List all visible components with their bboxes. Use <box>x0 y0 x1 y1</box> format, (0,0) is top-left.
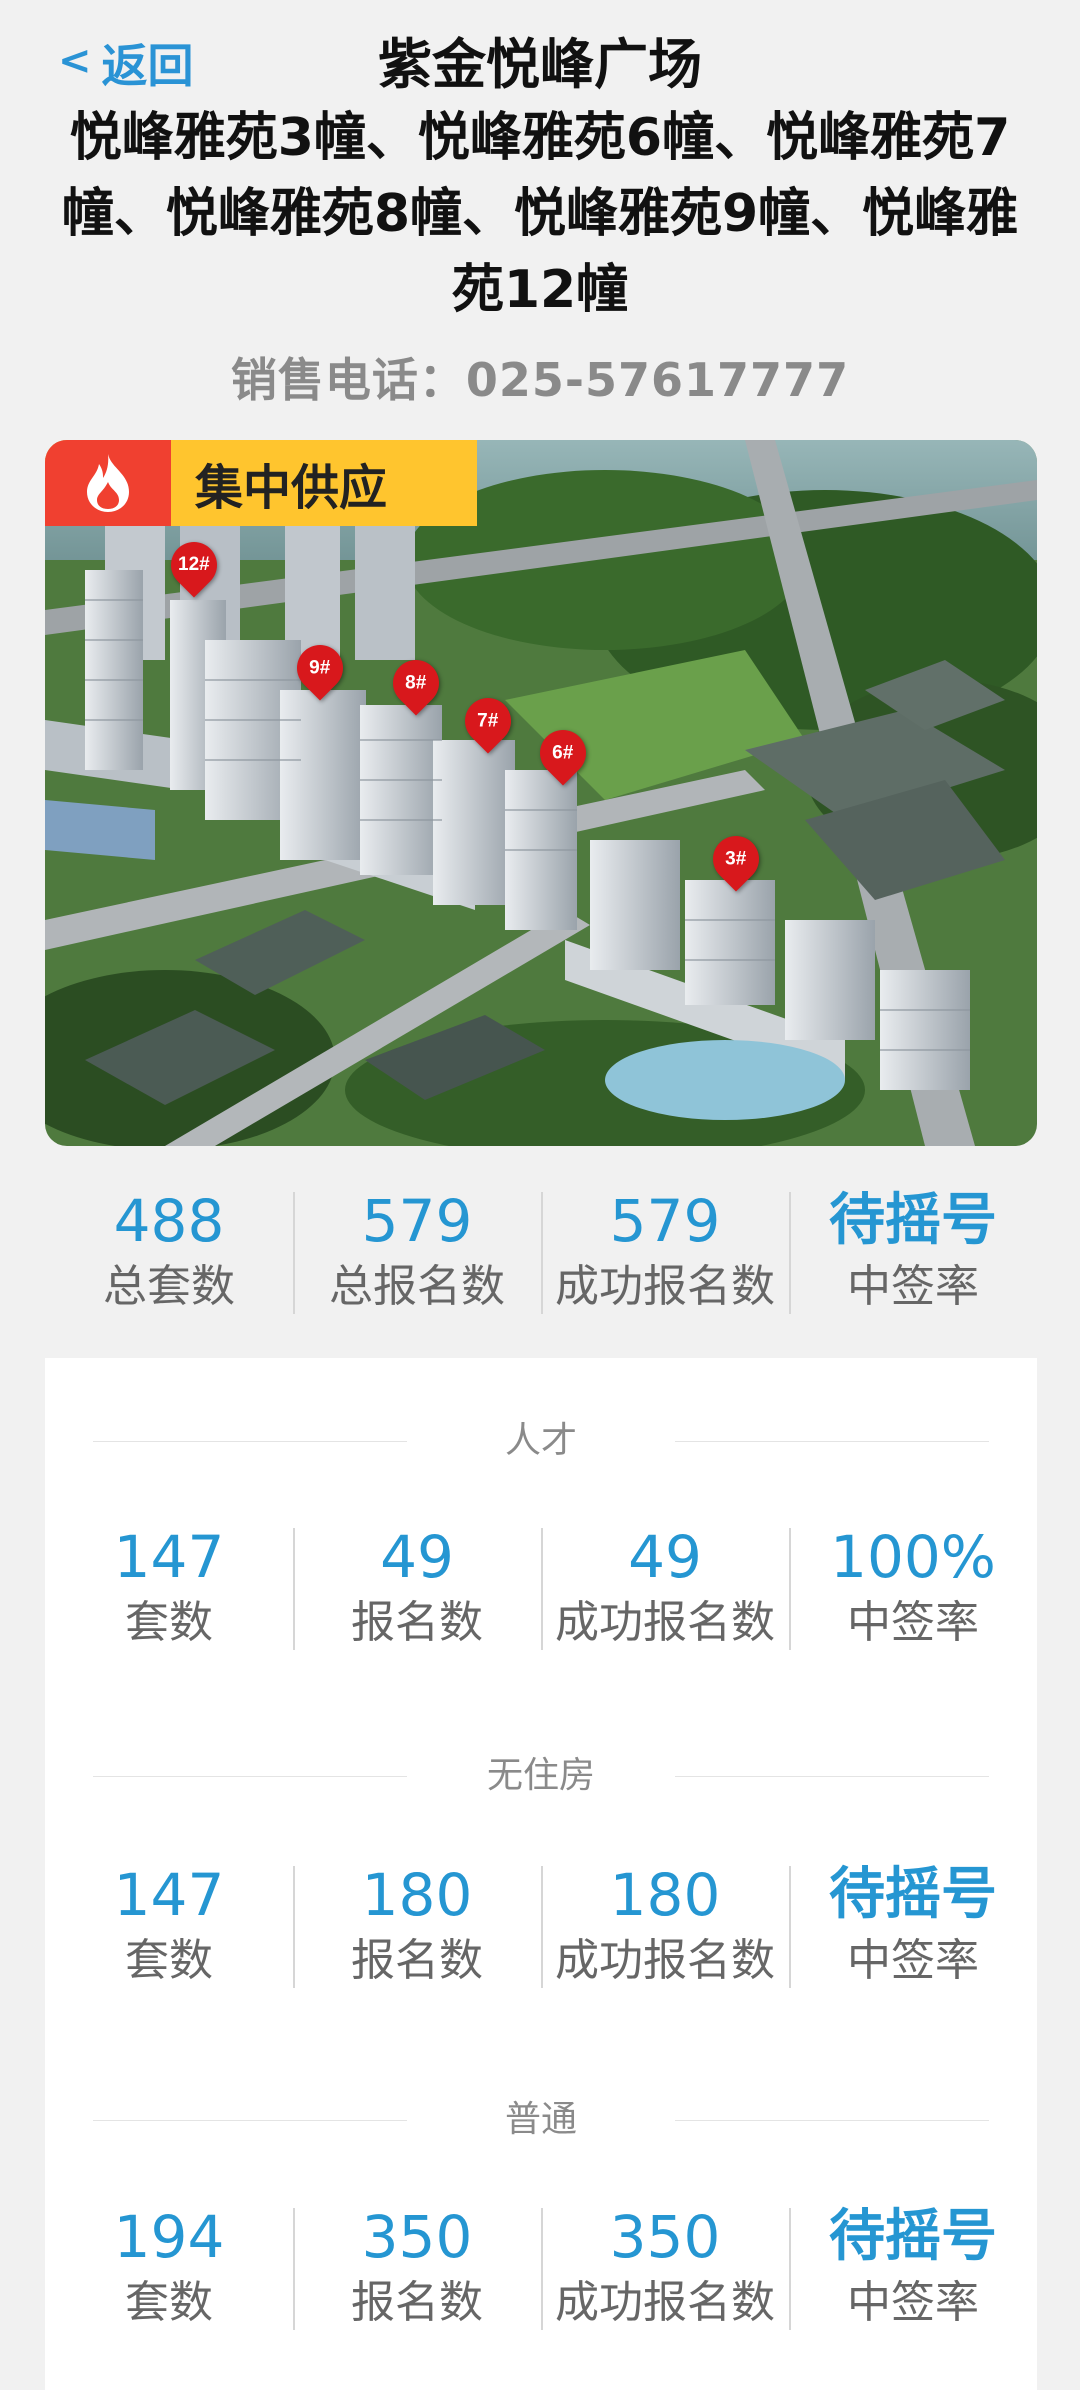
section-title-text: 无住房 <box>486 1755 595 1796</box>
divider <box>93 1776 407 1777</box>
stat-label: 套数 <box>125 1935 213 1986</box>
stat-value: 579 <box>609 1187 721 1255</box>
stat-successful-applicants: 180 成功报名数 <box>541 1860 789 1990</box>
stat-win-rate: 待摇号 中签率 <box>789 1860 1037 1990</box>
stat-label: 成功报名数 <box>555 1935 775 1986</box>
stat-units: 147 套数 <box>45 1522 293 1652</box>
section-stats-general: 194 套数 350 报名数 350 成功报名数 待摇号 中签率 <box>45 2202 1037 2332</box>
stat-value: 579 <box>361 1187 473 1255</box>
page-title: 紫金悦峰广场 <box>378 33 702 96</box>
pin-label: 8# <box>405 672 427 694</box>
pin-label: 9# <box>309 657 331 679</box>
stat-label: 中签率 <box>847 2277 979 2328</box>
header: 紫金悦峰广场 悦峰雅苑3幢、悦峰雅苑6幢、悦峰雅苑7幢、悦峰雅苑8幢、悦峰雅苑9… <box>40 30 1040 410</box>
sales-phone: 销售电话：025-57617777 <box>230 353 850 407</box>
project-aerial-image: 集中供应 12# 9# 8# 7# 6# 3# <box>45 440 1037 1146</box>
stat-value: 待摇号 <box>829 1862 997 1927</box>
stat-value: 488 <box>113 1187 225 1255</box>
stat-value: 350 <box>609 2203 721 2271</box>
stat-value: 待摇号 <box>829 2204 997 2269</box>
stat-label: 中签率 <box>847 1261 979 1312</box>
stat-win-rate: 100% 中签率 <box>789 1522 1037 1652</box>
supply-badge: 集中供应 <box>45 440 477 526</box>
stat-value: 180 <box>609 1861 721 1929</box>
section-title-no-housing: 无住房 <box>45 1756 1037 1796</box>
page: < 返回 紫金悦峰广场 悦峰雅苑3幢、悦峰雅苑6幢、悦峰雅苑7幢、悦峰雅苑8幢、… <box>0 0 1080 2390</box>
stat-label: 报名数 <box>351 2277 483 2328</box>
divider <box>93 1441 407 1442</box>
stat-applicants: 49 报名数 <box>293 1522 541 1652</box>
stat-units: 147 套数 <box>45 1860 293 1990</box>
divider <box>675 2120 989 2121</box>
divider <box>675 1441 989 1442</box>
section-title-text: 普通 <box>504 2099 577 2140</box>
stat-value: 100% <box>830 1523 996 1591</box>
stat-value: 194 <box>113 2203 225 2271</box>
stat-label: 报名数 <box>351 1597 483 1648</box>
stat-total-units: 488 总套数 <box>45 1186 293 1316</box>
stat-value: 147 <box>113 1861 225 1929</box>
stat-value: 待摇号 <box>829 1188 997 1253</box>
section-title-text: 人才 <box>504 1420 577 1461</box>
flame-icon <box>45 440 171 526</box>
stat-label: 成功报名数 <box>555 1261 775 1312</box>
badge-text: 集中供应 <box>195 460 388 516</box>
pin-label: 7# <box>477 710 499 732</box>
stat-value: 147 <box>113 1523 225 1591</box>
stat-win-rate: 待摇号 中签率 <box>789 2202 1037 2332</box>
stat-label: 报名数 <box>351 1935 483 1986</box>
stat-win-rate: 待摇号 中签率 <box>789 1186 1037 1316</box>
stat-label: 成功报名数 <box>555 1597 775 1648</box>
stat-value: 350 <box>361 2203 473 2271</box>
stat-successful-applicants: 49 成功报名数 <box>541 1522 789 1652</box>
stat-value: 49 <box>380 1523 454 1591</box>
stat-applicants: 180 报名数 <box>293 1860 541 1990</box>
stat-successful-applicants: 350 成功报名数 <box>541 2202 789 2332</box>
section-stats-no-housing: 147 套数 180 报名数 180 成功报名数 待摇号 中签率 <box>45 1860 1037 1990</box>
divider <box>675 1776 989 1777</box>
divider <box>93 2120 407 2121</box>
pin-label: 6# <box>552 742 574 764</box>
section-title-talent: 人才 <box>45 1421 1037 1461</box>
pin-label: 12# <box>178 554 210 576</box>
stat-value: 49 <box>628 1523 702 1591</box>
stat-label: 总套数 <box>103 1261 235 1312</box>
stat-applicants: 350 报名数 <box>293 2202 541 2332</box>
stat-label: 中签率 <box>847 1935 979 1986</box>
pin-label: 3# <box>725 848 747 870</box>
stat-label: 中签率 <box>847 1597 979 1648</box>
section-title-general: 普通 <box>45 2100 1037 2140</box>
stat-value: 180 <box>361 1861 473 1929</box>
stat-label: 套数 <box>125 2277 213 2328</box>
section-stats-talent: 147 套数 49 报名数 49 成功报名数 100% 中签率 <box>45 1522 1037 1652</box>
stat-successful-applicants: 579 成功报名数 <box>541 1186 789 1316</box>
stat-label: 套数 <box>125 1597 213 1648</box>
stat-units: 194 套数 <box>45 2202 293 2332</box>
summary-stats: 488 总套数 579 总报名数 579 成功报名数 待摇号 中签率 <box>45 1186 1037 1316</box>
stat-total-applicants: 579 总报名数 <box>293 1186 541 1316</box>
building-list: 悦峰雅苑3幢、悦峰雅苑6幢、悦峰雅苑7幢、悦峰雅苑8幢、悦峰雅苑9幢、悦峰雅苑1… <box>61 108 1019 320</box>
stat-label: 总报名数 <box>329 1261 505 1312</box>
stat-label: 成功报名数 <box>555 2277 775 2328</box>
